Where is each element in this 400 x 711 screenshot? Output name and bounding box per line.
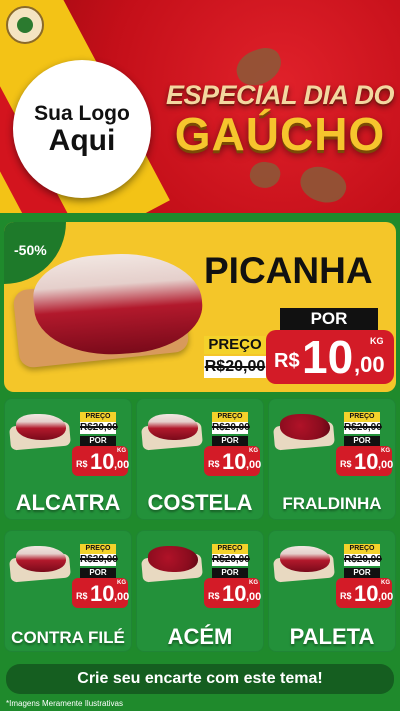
currency: R$ <box>76 459 88 469</box>
por-label: POR <box>212 568 248 578</box>
price-integer: 10 <box>222 449 247 474</box>
logo-line1: Sua Logo <box>34 102 130 125</box>
meat-decoration <box>294 159 352 211</box>
price-decimal: ,00 <box>354 352 385 377</box>
price-decimal: ,00 <box>114 459 130 471</box>
alcatra-image <box>16 414 66 440</box>
price-decimal: ,00 <box>246 459 262 471</box>
price-unit: KG <box>117 580 126 586</box>
product-name: COSTELA <box>147 490 253 515</box>
featured-price: R$ 10 ,00 KG <box>266 330 394 384</box>
product-card: PREÇO R$20,00 POR R$ 10 ,00 KG FRALDINHA <box>268 398 396 520</box>
product-card: PREÇO R$20,00 POR R$ 10 ,00 KG PALETA <box>268 530 396 652</box>
price-unit: KG <box>249 448 258 454</box>
product-price: R$ 10 ,00 KG <box>336 446 394 476</box>
product-name: FRALDINHA <box>282 494 382 513</box>
old-price: R$20,00 <box>80 422 118 434</box>
preco-label: PREÇO <box>344 412 380 422</box>
product-card: PREÇO R$20,00 POR R$ 10 ,00 KG ACÉM <box>136 530 264 652</box>
currency: R$ <box>76 591 88 601</box>
preco-label: PREÇO <box>212 412 248 422</box>
featured-product-card: -50% PICANHA PREÇO R$20,00 POR R$ 10 ,00… <box>4 222 396 392</box>
old-price: R$20,00 <box>80 554 118 566</box>
por-label: POR <box>212 436 248 446</box>
rs-crest-icon <box>6 6 44 44</box>
price-unit: KG <box>249 580 258 586</box>
flyer-page: { "header": { "logo_line1": "Sua Logo", … <box>0 0 400 711</box>
price-integer: 10 <box>90 581 115 606</box>
preco-label: PREÇO <box>344 544 380 554</box>
old-price: R$20,00 <box>212 554 250 566</box>
por-label: POR <box>344 568 380 578</box>
price-unit: KG <box>370 336 384 346</box>
currency: R$ <box>340 591 352 601</box>
fraldinha-image <box>280 414 330 440</box>
paleta-image <box>280 546 330 572</box>
price-integer: 10 <box>222 581 247 606</box>
preco-label: PREÇO <box>80 412 116 422</box>
acem-image <box>148 546 198 572</box>
contra-file-image <box>16 546 66 572</box>
por-label: POR <box>80 568 116 578</box>
currency: R$ <box>208 591 220 601</box>
costela-image <box>148 414 198 440</box>
product-name: CONTRA FILÉ <box>11 628 125 647</box>
cta-banner[interactable]: Crie seu encarte com este tema! <box>6 664 394 694</box>
por-label: POR <box>80 436 116 446</box>
por-label: POR <box>344 436 380 446</box>
header-banner: Sua Logo Aqui ESPECIAL DIA DO GAÚCHO <box>0 0 400 213</box>
price-integer: 10 <box>90 449 115 474</box>
price-decimal: ,00 <box>246 591 262 603</box>
product-price: R$ 10 ,00 KG <box>72 446 130 476</box>
price-unit: KG <box>381 448 390 454</box>
product-price: R$ 10 ,00 KG <box>204 578 262 608</box>
logo-line2: Aqui <box>48 124 116 157</box>
price-decimal: ,00 <box>378 459 394 471</box>
event-title-line2: GAÚCHO <box>174 108 386 160</box>
price-unit: KG <box>381 580 390 586</box>
product-card: PREÇO R$20,00 POR R$ 10 ,00 KG CONTRA FI… <box>4 530 132 652</box>
currency: R$ <box>208 459 220 469</box>
preco-label: PREÇO <box>204 336 266 354</box>
currency: R$ <box>340 459 352 469</box>
product-name: PALETA <box>289 624 375 649</box>
preco-label: PREÇO <box>212 544 248 554</box>
price-integer: 10 <box>354 581 379 606</box>
currency: R$ <box>274 350 300 372</box>
product-price: R$ 10 ,00 KG <box>204 446 262 476</box>
meat-decoration <box>247 159 283 191</box>
preco-label: PREÇO <box>80 544 116 554</box>
event-title: ESPECIAL DIA DO GAÚCHO <box>165 80 395 157</box>
price-integer: 10 <box>302 331 354 383</box>
product-price: R$ 10 ,00 KG <box>336 578 394 608</box>
product-card: PREÇO R$20,00 POR R$ 10 ,00 KG ALCATRA <box>4 398 132 520</box>
por-label: POR <box>280 308 378 330</box>
event-title-line1: ESPECIAL DIA DO <box>165 80 395 110</box>
price-integer: 10 <box>354 449 379 474</box>
old-price: R$20,00 <box>204 356 266 378</box>
discount-label: -50% <box>14 242 47 258</box>
featured-product-name: PICANHA <box>204 250 373 291</box>
price-unit: KG <box>117 448 126 454</box>
disclaimer: *Imagens Meramente Ilustrativas <box>6 699 123 708</box>
logo-placeholder: Sua Logo Aqui <box>13 60 151 198</box>
old-price: R$20,00 <box>344 422 382 434</box>
product-card: PREÇO R$20,00 POR R$ 10 ,00 KG COSTELA <box>136 398 264 520</box>
old-price: R$20,00 <box>344 554 382 566</box>
product-price: R$ 10 ,00 KG <box>72 578 130 608</box>
product-name: ALCATRA <box>15 490 121 515</box>
old-price: R$20,00 <box>212 422 250 434</box>
price-decimal: ,00 <box>114 591 130 603</box>
price-decimal: ,00 <box>378 591 394 603</box>
product-name: ACÉM <box>167 624 233 649</box>
